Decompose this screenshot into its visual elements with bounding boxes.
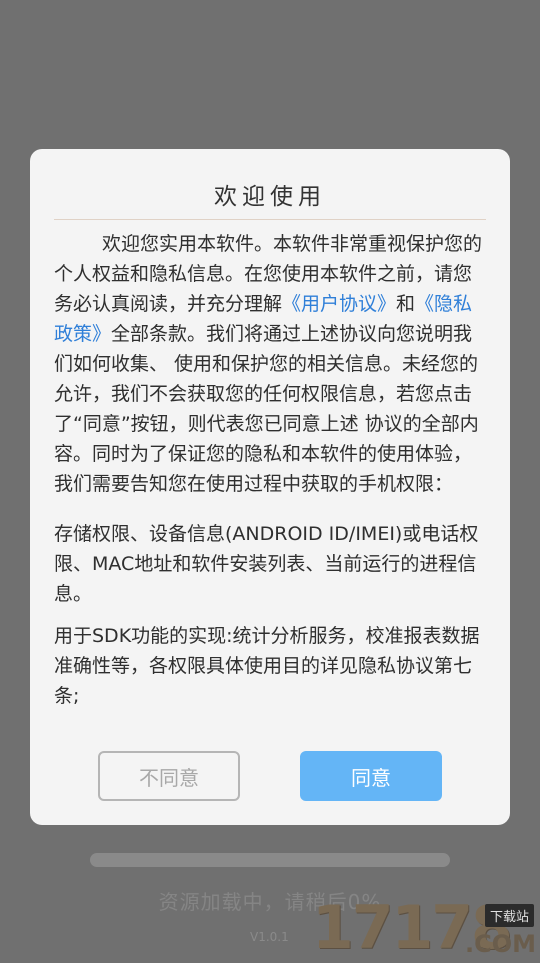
dialog-body: 欢迎您实用本软件。本软件非常重视保护您的个人权益和隐私信息。在您使用本软件之前，… bbox=[54, 229, 486, 711]
site-watermark-logo: 17178 下载站 .COM bbox=[312, 896, 540, 960]
loading-progress-bar bbox=[90, 853, 450, 867]
user-agreement-link[interactable]: 《用户协议》 bbox=[282, 293, 396, 315]
permissions-paragraph: 存储权限、设备信息(ANDROID ID/IMEI)或电话权限、MAC地址和软件… bbox=[54, 523, 479, 605]
intro-paragraph: 欢迎您实用本软件。本软件非常重视保护您的个人权益和隐私信息。在您使用本软件之前，… bbox=[54, 229, 486, 499]
privacy-consent-dialog: 欢迎使用 欢迎您实用本软件。本软件非常重视保护您的个人权益和隐私信息。在您使用本… bbox=[30, 149, 510, 825]
disagree-button[interactable]: 不同意 bbox=[98, 751, 240, 801]
watermark-tag: 下载站 bbox=[484, 904, 534, 927]
title-divider bbox=[54, 219, 486, 220]
version-label: V1.0.1 bbox=[250, 930, 289, 944]
agree-button[interactable]: 同意 bbox=[300, 751, 442, 801]
sdk-paragraph: 用于SDK功能的实现:统计分析服务，校准报表数据准确性等，各权限具体使用目的详见… bbox=[54, 625, 480, 707]
intro-and-text: 和 bbox=[396, 293, 416, 315]
dialog-title: 欢迎使用 bbox=[214, 184, 326, 210]
watermark-domain: .COM bbox=[464, 930, 536, 958]
intro-text-part2: 全部条款。我们将通过上述协议向您说明我们如何收集、 使用和保护您的相关信息。未经… bbox=[54, 323, 479, 495]
